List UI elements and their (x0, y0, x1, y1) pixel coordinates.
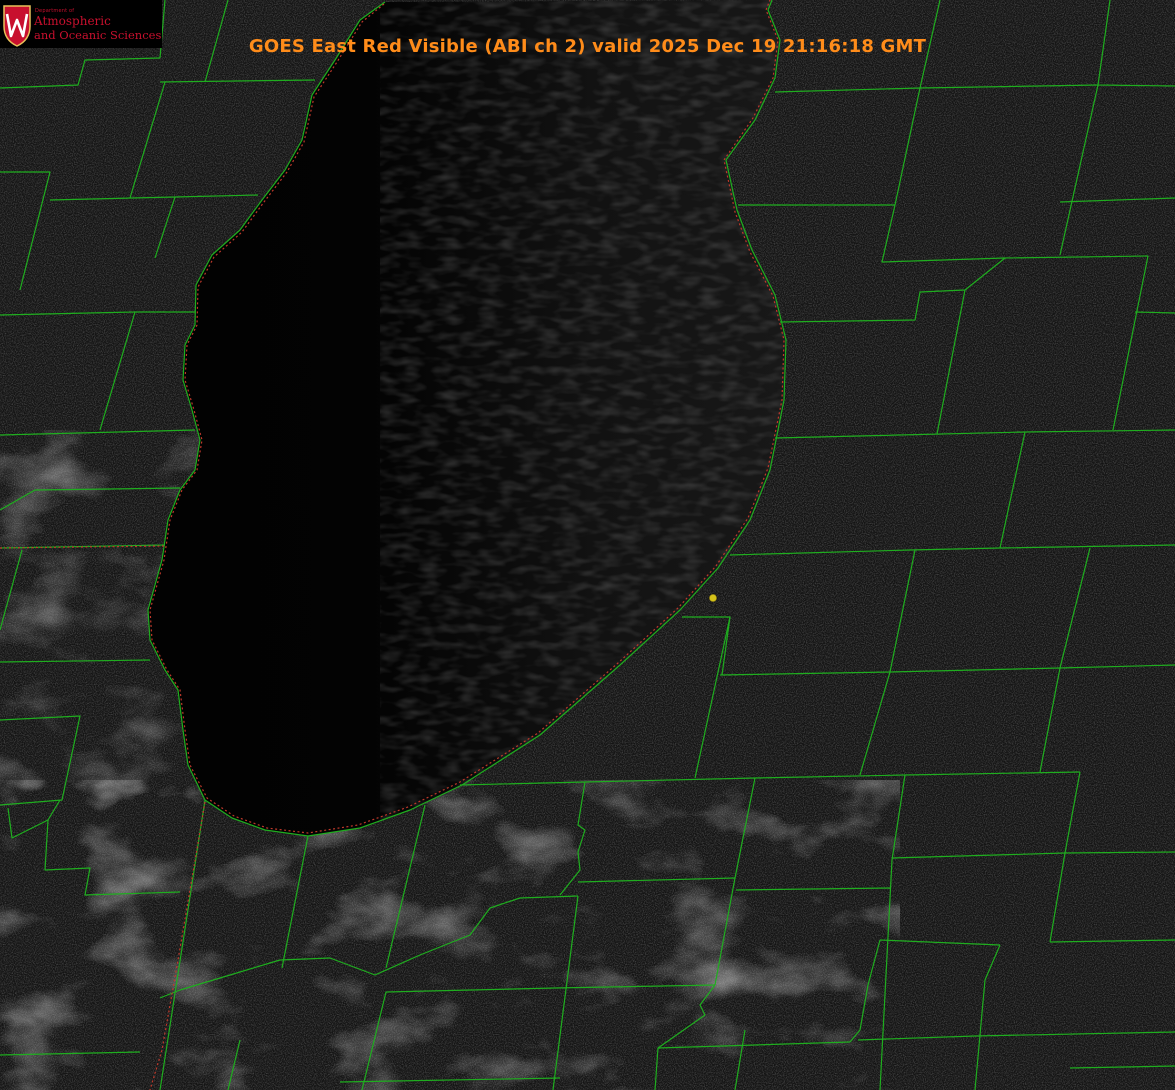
cloud-cover (0, 780, 900, 1090)
station-marker (709, 594, 717, 602)
satellite-map (0, 0, 1175, 1090)
image-title: GOES East Red Visible (ABI ch 2) valid 2… (248, 36, 927, 57)
logo-line-1: Atmospheric (34, 14, 111, 28)
